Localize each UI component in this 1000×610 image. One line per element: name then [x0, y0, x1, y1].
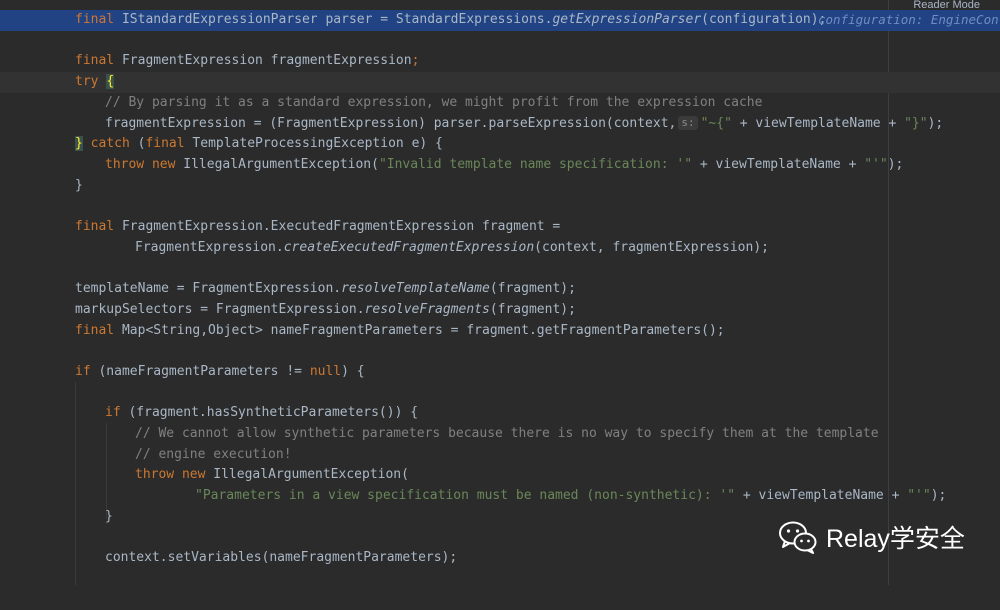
- keyword: final: [145, 136, 185, 152]
- comment: // By parsing it as a standard expressio…: [105, 94, 763, 110]
- string-literal: "~{": [700, 115, 732, 131]
- code-text: templateName = FragmentExpression.: [75, 281, 342, 297]
- keyword: null: [309, 363, 342, 379]
- code-text: + viewTemplateName +: [731, 115, 905, 131]
- comment: // engine execution!: [135, 446, 292, 462]
- keyword: final: [75, 322, 115, 338]
- string-literal: "'": [907, 488, 931, 504]
- keyword: final: [75, 219, 115, 234]
- wechat-icon: [779, 521, 817, 554]
- code-line-4[interactable]: try {: [0, 72, 1000, 93]
- comment: // We cannot allow synthetic parameters …: [135, 426, 879, 441]
- code-text: FragmentExpression.ExecutedFragmentExpre…: [114, 219, 561, 234]
- code-text: (fragment);: [489, 281, 576, 297]
- code-line-18[interactable]: if (nameFragmentParameters != null) {: [0, 362, 1000, 383]
- code-text: );: [927, 115, 944, 131]
- code-text: }: [75, 177, 83, 193]
- keyword: catch: [82, 136, 130, 152]
- keyword: throw: [105, 156, 145, 172]
- keyword: if: [75, 363, 91, 379]
- code-text: FragmentExpression.: [135, 239, 284, 255]
- code-text: (nameFragmentParameters !=: [90, 363, 310, 379]
- method-name: resolveFragments: [364, 301, 490, 317]
- code-line-15[interactable]: markupSelectors = FragmentExpression.res…: [0, 300, 1000, 321]
- code-line-24[interactable]: "Parameters in a view specification must…: [0, 486, 1000, 507]
- watermark: Relay学安全: [778, 520, 965, 554]
- watermark-text: Relay学安全: [826, 525, 965, 553]
- code-text: FragmentExpression fragmentExpression: [114, 53, 412, 69]
- code-text: markupSelectors = FragmentExpression.: [75, 301, 365, 317]
- code-text: );: [930, 488, 947, 504]
- keyword: throw: [135, 467, 175, 483]
- method-name: resolveTemplateName: [341, 281, 490, 297]
- parameter-hint: s:: [678, 115, 698, 130]
- code-text: (configuration);: [701, 12, 827, 27]
- string-literal: "Parameters in a view specification must…: [195, 488, 736, 504]
- code-text: fragmentExpression = (FragmentExpression…: [105, 115, 677, 131]
- keyword: new: [174, 467, 206, 483]
- method-name: getExpressionParser: [552, 12, 702, 27]
- semicolon: ;: [411, 53, 420, 69]
- code-text: IllegalArgumentException(: [205, 467, 409, 483]
- string-literal: "Invalid template name specification: '": [378, 156, 693, 172]
- code-line-22[interactable]: // engine execution!: [0, 445, 1000, 466]
- string-literal: "}": [904, 115, 928, 131]
- code-line-11[interactable]: final FragmentExpression.ExecutedFragmen…: [0, 217, 1000, 238]
- code-line-9[interactable]: }: [0, 176, 1000, 197]
- code-line-14[interactable]: templateName = FragmentExpression.resolv…: [0, 279, 1000, 300]
- keyword: try: [75, 74, 99, 90]
- code-text: }: [105, 508, 113, 524]
- code-line-7[interactable]: } catch (final TemplateProcessingExcepti…: [0, 134, 1000, 155]
- code-text: );: [887, 156, 904, 172]
- keyword: final: [75, 12, 115, 27]
- code-line-20[interactable]: if (fragment.hasSyntheticParameters()) {: [0, 403, 1000, 424]
- code-text: Map<String,Object> nameFragmentParameter…: [114, 322, 725, 338]
- code-line-8[interactable]: throw new IllegalArgumentException("Inva…: [0, 155, 1000, 176]
- keyword: new: [144, 156, 176, 172]
- code-line-1[interactable]: final IStandardExpressionParser parser =…: [0, 10, 1000, 31]
- code-text: + viewTemplateName +: [735, 488, 908, 504]
- keyword: final: [75, 53, 115, 69]
- code-text: IStandardExpressionParser parser = Stand…: [114, 12, 553, 27]
- code-text: (fragment);: [489, 301, 576, 317]
- code-text: IllegalArgumentException(: [175, 156, 379, 172]
- code-line-6[interactable]: fragmentExpression = (FragmentExpression…: [0, 114, 1000, 135]
- string-literal: "'": [864, 156, 888, 172]
- code-text: (fragment.hasSyntheticParameters()) {: [120, 405, 419, 421]
- code-editor[interactable]: final IStandardExpressionParser parser =…: [0, 0, 1000, 585]
- code-text: context.setVariables(nameFragmentParamet…: [105, 550, 458, 566]
- inlay-hint: configuration: EngineCon: [818, 12, 999, 27]
- code-line-3[interactable]: final FragmentExpression fragmentExpress…: [0, 51, 1000, 72]
- code-line-16[interactable]: final Map<String,Object> nameFragmentPar…: [0, 321, 1000, 342]
- code-text: (: [129, 136, 146, 152]
- matched-brace: }: [75, 136, 83, 152]
- code-line-23[interactable]: throw new IllegalArgumentException(: [0, 465, 1000, 486]
- code-text: TemplateProcessingException e) {: [184, 136, 443, 152]
- code-line-5[interactable]: // By parsing it as a standard expressio…: [0, 93, 1000, 114]
- method-name: createExecutedFragmentExpression: [283, 239, 535, 255]
- keyword: if: [105, 405, 121, 421]
- code-text: + viewTemplateName +: [692, 156, 865, 172]
- code-line-21[interactable]: // We cannot allow synthetic parameters …: [0, 424, 1000, 445]
- reader-mode-button[interactable]: Reader Mode: [913, 0, 980, 12]
- code-text: ) {: [341, 363, 365, 379]
- code-text: (context, fragmentExpression);: [534, 239, 769, 255]
- matched-brace: {: [106, 74, 115, 90]
- code-line-12[interactable]: FragmentExpression.createExecutedFragmen…: [0, 238, 1000, 259]
